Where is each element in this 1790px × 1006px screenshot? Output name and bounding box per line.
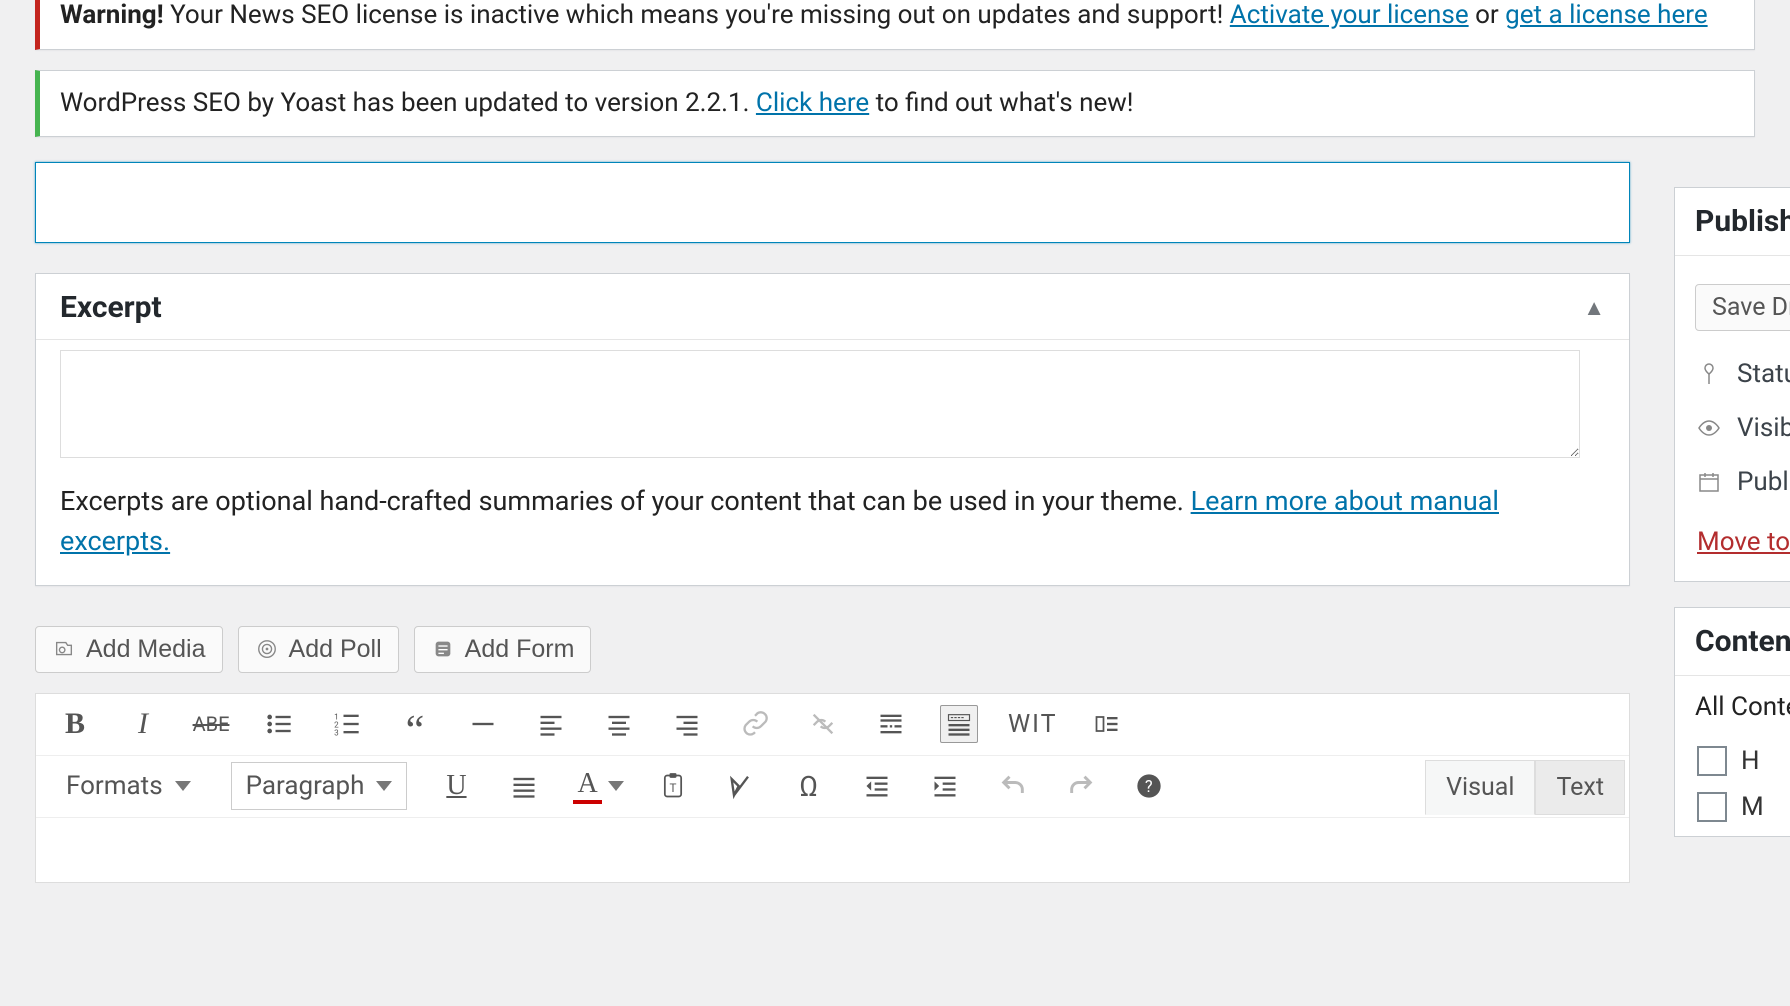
text-color-button[interactable]: A	[573, 768, 623, 804]
all-content-label: All Content	[1675, 676, 1790, 738]
caret-down-icon	[376, 781, 392, 791]
post-title-input[interactable]	[35, 162, 1630, 243]
form-icon	[431, 637, 455, 661]
paragraph-label: Paragraph	[246, 771, 365, 801]
notice-warning: Warning! Your News SEO license is inacti…	[35, 0, 1755, 50]
insert-more-button[interactable]	[872, 705, 910, 743]
content-heading: Content	[1675, 608, 1790, 676]
caret-down-icon	[175, 781, 191, 791]
warning-prefix: Warning!	[60, 0, 164, 30]
get-license-link[interactable]: get a license here	[1505, 0, 1707, 30]
ordered-list-button[interactable]: 123	[328, 705, 366, 743]
collapse-toggle-icon[interactable]: ▲	[1583, 295, 1605, 321]
special-character-button[interactable]: Ω	[790, 767, 828, 805]
clear-formatting-button[interactable]	[722, 767, 760, 805]
redo-button[interactable]	[1062, 767, 1100, 805]
camera-music-icon	[52, 637, 76, 661]
excerpt-metabox: Excerpt ▲ Excerpts are optional hand-cra…	[35, 273, 1630, 585]
excerpt-help-text: Excerpts are optional hand-crafted summa…	[60, 485, 1191, 517]
status-row: Status	[1675, 347, 1790, 401]
content-checkbox-h[interactable]: H	[1675, 738, 1790, 784]
pin-icon	[1697, 362, 1721, 386]
undo-button[interactable]	[994, 767, 1032, 805]
svg-text:3: 3	[334, 728, 339, 738]
align-right-button[interactable]	[668, 705, 706, 743]
content-checkbox-m[interactable]: M	[1675, 784, 1790, 830]
bold-button[interactable]: B	[56, 705, 94, 743]
underline-button[interactable]: U	[437, 767, 475, 805]
notice-update: WordPress SEO by Yoast has been updated …	[35, 70, 1755, 138]
checkbox-icon	[1697, 792, 1727, 822]
warning-text: Your News SEO license is inactive which …	[164, 0, 1230, 30]
save-draft-button[interactable]: Save Draft	[1695, 284, 1790, 331]
status-label: Status	[1737, 359, 1790, 389]
help-button[interactable]: ?	[1130, 767, 1168, 805]
insert-link-button[interactable]	[736, 705, 774, 743]
activate-license-link[interactable]: Activate your license	[1230, 0, 1469, 30]
formats-dropdown[interactable]: Formats	[56, 767, 201, 805]
svg-text:?: ?	[1145, 777, 1153, 796]
strikethrough-button[interactable]: ABE	[192, 705, 230, 743]
excerpt-heading: Excerpt	[60, 290, 162, 325]
tab-text[interactable]: Text	[1535, 760, 1625, 815]
align-justify-alt-button[interactable]	[1088, 705, 1126, 743]
caret-down-icon	[608, 781, 624, 791]
toolbar-toggle-button[interactable]	[940, 705, 978, 743]
align-center-button[interactable]	[600, 705, 638, 743]
toolbar-row-1: B I ABE 123 “ WIT	[36, 694, 1629, 756]
publish-metabox: Publish Save Draft Status Visibility Pub…	[1674, 187, 1790, 582]
calendar-icon	[1697, 470, 1721, 494]
publish-date-label: Publish	[1737, 467, 1790, 497]
indent-button[interactable]	[926, 767, 964, 805]
wit-button[interactable]: WIT	[1008, 710, 1058, 739]
add-poll-label: Add Poll	[289, 635, 382, 664]
svg-text:T: T	[669, 781, 676, 795]
update-click-here-link[interactable]: Click here	[756, 88, 869, 118]
unordered-list-button[interactable]	[260, 705, 298, 743]
update-text: WordPress SEO by Yoast has been updated …	[60, 88, 756, 118]
tab-visual[interactable]: Visual	[1425, 760, 1535, 815]
editor-container: B I ABE 123 “ WIT Formats Paragraph U A	[35, 693, 1630, 883]
publish-date-row: Publish	[1675, 455, 1790, 509]
target-icon	[255, 637, 279, 661]
content-opt-m: M	[1741, 792, 1764, 822]
visibility-row: Visibility	[1675, 401, 1790, 455]
paste-text-button[interactable]: T	[654, 767, 692, 805]
visibility-label: Visibility	[1737, 413, 1790, 443]
formats-label: Formats	[66, 771, 163, 801]
toolbar-row-2: Formats Paragraph U A T Ω ?	[36, 756, 1629, 818]
add-form-label: Add Form	[465, 635, 575, 664]
update-text-after: to find out what's new!	[869, 88, 1133, 118]
horizontal-rule-button[interactable]	[464, 705, 502, 743]
add-form-button[interactable]: Add Form	[414, 626, 592, 673]
unlink-button[interactable]	[804, 705, 842, 743]
add-media-label: Add Media	[86, 635, 206, 664]
excerpt-header[interactable]: Excerpt ▲	[36, 274, 1629, 340]
excerpt-textarea[interactable]	[60, 350, 1580, 458]
move-to-trash-link[interactable]: Move to Trash	[1675, 509, 1790, 575]
outdent-button[interactable]	[858, 767, 896, 805]
add-media-button[interactable]: Add Media	[35, 626, 223, 673]
publish-heading: Publish	[1675, 188, 1790, 256]
justify-button[interactable]	[505, 767, 543, 805]
eye-icon	[1697, 416, 1721, 440]
paragraph-dropdown[interactable]: Paragraph	[231, 762, 408, 810]
align-left-button[interactable]	[532, 705, 570, 743]
checkbox-icon	[1697, 746, 1727, 776]
add-poll-button[interactable]: Add Poll	[238, 626, 399, 673]
blockquote-button[interactable]: “	[396, 705, 434, 743]
italic-button[interactable]: I	[124, 705, 162, 743]
content-metabox: Content All Content H M	[1674, 607, 1790, 837]
content-opt-h: H	[1741, 746, 1760, 776]
warning-mid: or	[1469, 0, 1506, 30]
